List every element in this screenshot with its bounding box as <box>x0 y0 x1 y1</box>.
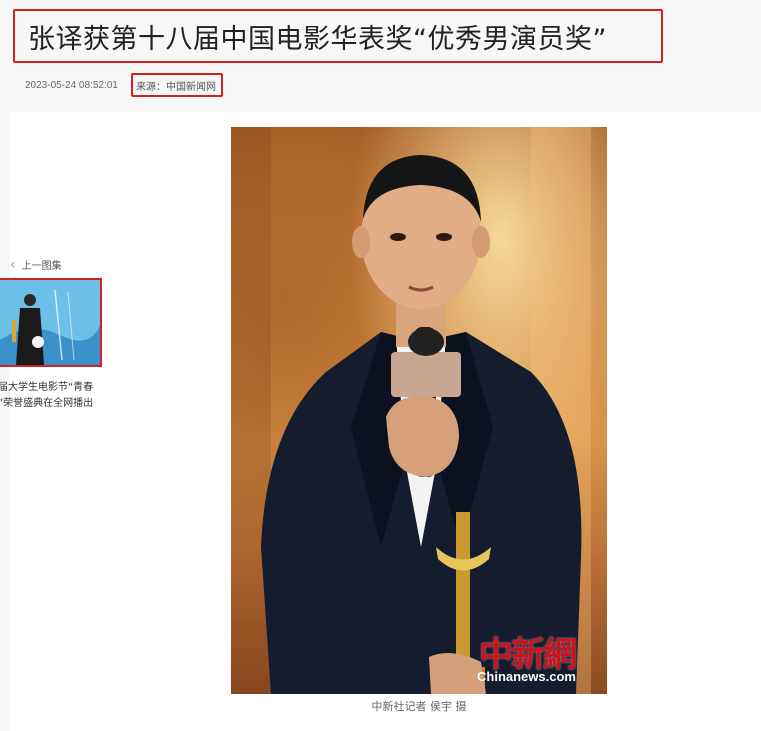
prev-gallery-thumbnail[interactable] <box>0 278 102 367</box>
prev-caption-line2: ”荣誉盛典在全网播出 <box>0 398 94 409</box>
photo-credit: 中新社记者 侯宇 摄 <box>371 700 467 713</box>
chevron-left-icon: ‹ <box>10 256 16 273</box>
photo-illustration <box>231 127 591 694</box>
thumbnail-image <box>0 280 100 365</box>
main-photo: 中新網 Chinanews.com <box>231 127 607 694</box>
publish-date: 2023-05-24 08:52:01 <box>25 80 118 91</box>
title-highlight-box: 张译获第十八届中国电影华表奖“优秀男演员奖” <box>13 9 663 63</box>
prev-gallery-link[interactable]: ‹ 上一图集 <box>10 256 62 273</box>
prev-gallery-label: 上一图集 <box>21 261 62 272</box>
prev-gallery-caption[interactable]: 届大学生电影节“青春 ”荣誉盛典在全网播出 <box>0 380 102 412</box>
prev-caption-line1: 届大学生电影节“青春 <box>0 382 94 393</box>
watermark-logo-en: Chinanews.com <box>477 669 576 684</box>
source-highlight-box: 来源：中国新闻网 <box>131 73 223 97</box>
source-label[interactable]: 来源：中国新闻网 <box>136 78 216 93</box>
article-title: 张译获第十八届中国电影华表奖“优秀男演员奖” <box>28 23 607 55</box>
